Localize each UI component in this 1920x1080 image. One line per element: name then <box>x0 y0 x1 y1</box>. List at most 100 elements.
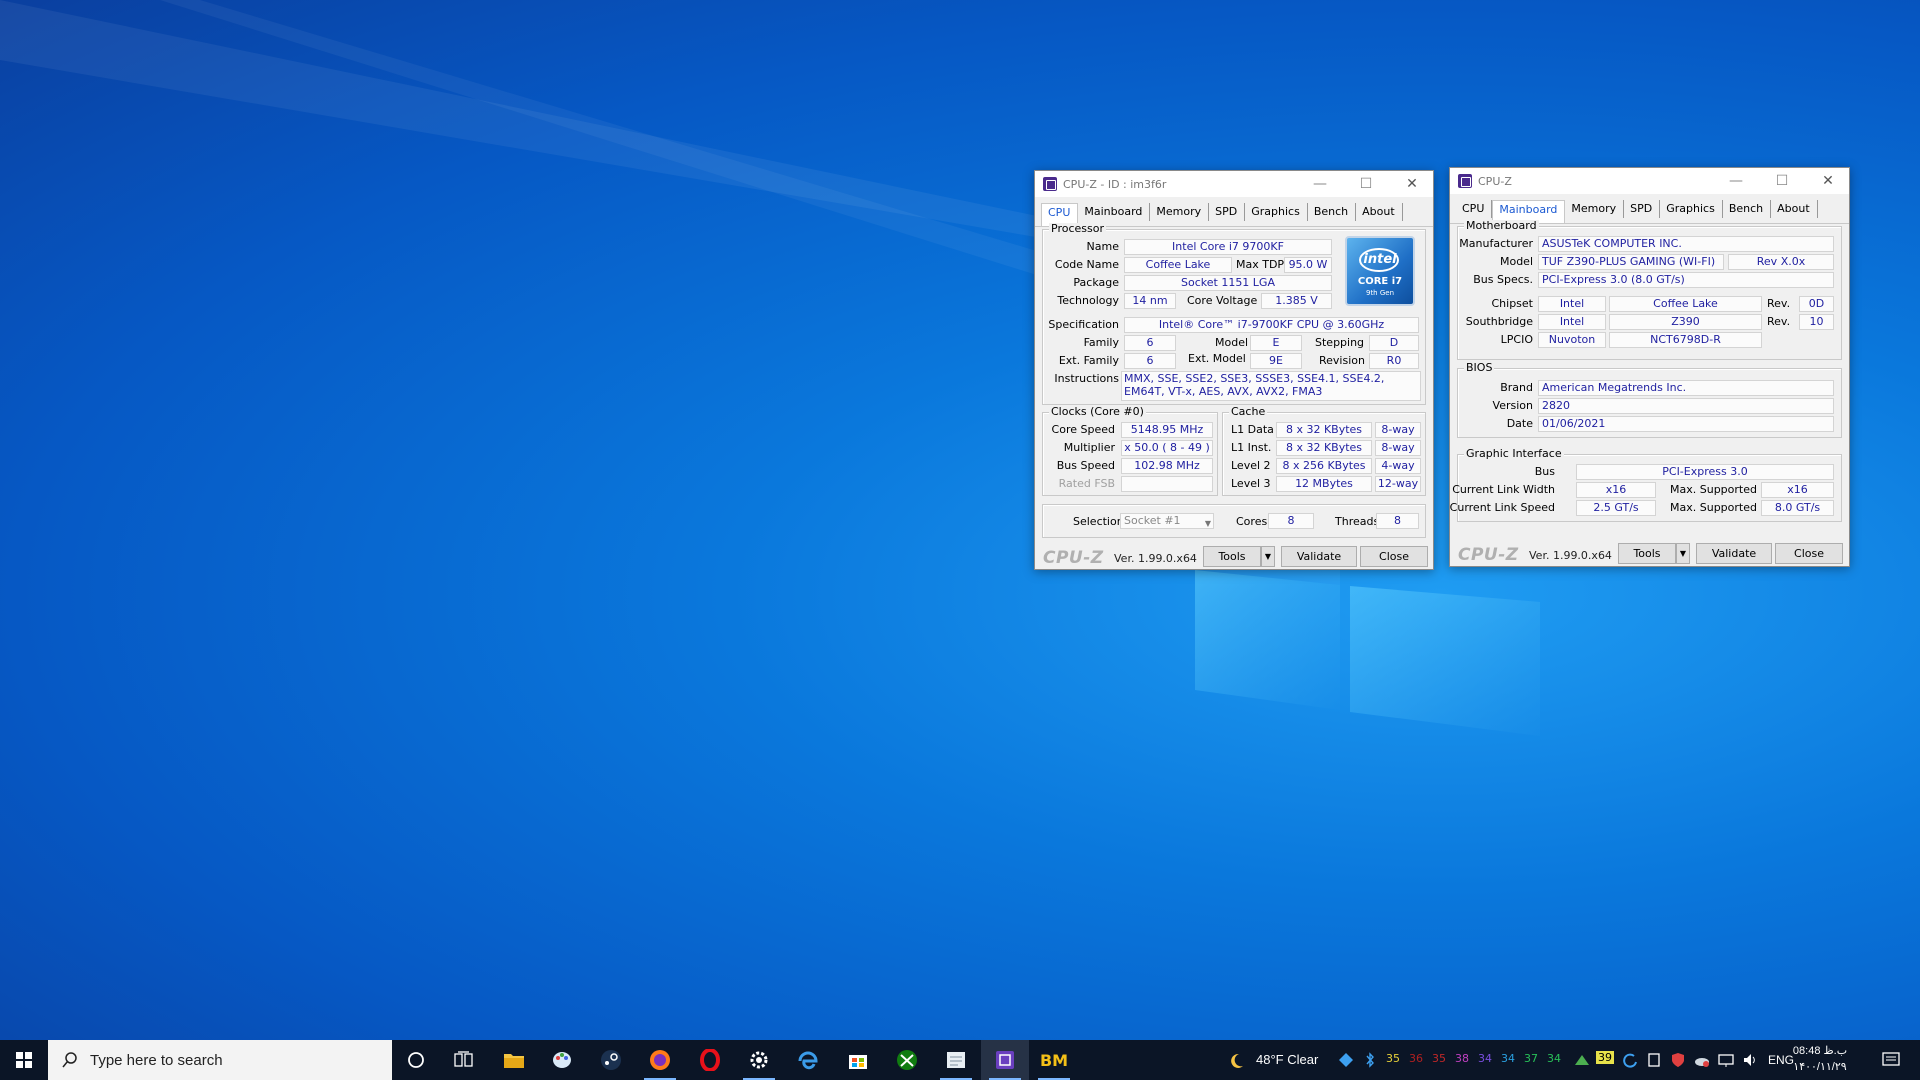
bios-version-value: 2820 <box>1538 398 1834 414</box>
cloud-sync-icon[interactable] <box>1694 1052 1710 1068</box>
store-icon[interactable] <box>834 1040 882 1080</box>
bm-icon[interactable]: BM <box>1030 1040 1078 1080</box>
clocks-group: Clocks (Core #0) Core Speed 5148.95 MHz … <box>1042 406 1218 496</box>
close-button[interactable]: Close <box>1360 546 1428 567</box>
tab-bench[interactable]: Bench <box>1723 200 1772 218</box>
minimize-button[interactable]: — <box>1297 171 1343 197</box>
clipboard-icon[interactable] <box>1646 1052 1662 1068</box>
package-label: Package <box>1073 276 1119 289</box>
cortana-icon[interactable] <box>392 1040 440 1080</box>
model-label: Model <box>1215 336 1249 349</box>
title-bar[interactable]: CPU-Z - ID : im3f6r — ☐ ✕ <box>1035 171 1433 197</box>
revision-value: R0 <box>1369 353 1419 369</box>
notepad-icon[interactable] <box>932 1040 980 1080</box>
tray-temp-1[interactable]: 35 <box>1386 1052 1400 1065</box>
close-button[interactable]: Close <box>1775 543 1843 564</box>
tab-spd[interactable]: SPD <box>1624 200 1661 218</box>
tab-graphics[interactable]: Graphics <box>1245 203 1308 221</box>
tab-spd[interactable]: SPD <box>1209 203 1246 221</box>
moon-weather-icon[interactable] <box>1228 1052 1244 1068</box>
taskbar-search-box[interactable]: Type here to search <box>48 1040 392 1080</box>
stepping-label: Stepping <box>1315 336 1365 349</box>
maximize-button[interactable]: ☐ <box>1343 171 1389 197</box>
start-button[interactable] <box>0 1040 48 1080</box>
tray-temp-6[interactable]: 34 <box>1501 1052 1515 1065</box>
file-explorer-icon[interactable] <box>490 1040 538 1080</box>
search-placeholder: Type here to search <box>90 1051 223 1069</box>
bluetooth-icon[interactable] <box>1362 1052 1378 1068</box>
maxtdp-value: 95.0 W <box>1284 257 1332 273</box>
minimize-button[interactable]: — <box>1713 168 1759 194</box>
tools-dropdown-button[interactable]: ▼ <box>1261 546 1275 567</box>
tools-button[interactable]: Tools <box>1203 546 1261 567</box>
l2-value: 8 x 256 KBytes <box>1276 458 1372 474</box>
tab-memory[interactable]: Memory <box>1565 200 1625 218</box>
tray-temp-7[interactable]: 37 <box>1524 1052 1538 1065</box>
tab-graphics[interactable]: Graphics <box>1660 200 1723 218</box>
tray-badge[interactable]: 39 <box>1596 1051 1614 1064</box>
lpcio-vendor: Nuvoton <box>1538 332 1606 348</box>
maximize-button[interactable]: ☐ <box>1759 168 1805 194</box>
cores-label: Cores <box>1236 515 1268 528</box>
volume-icon[interactable] <box>1742 1052 1758 1068</box>
security-icon[interactable] <box>1670 1052 1686 1068</box>
tray-temp-2[interactable]: 36 <box>1409 1052 1423 1065</box>
notification-center-icon[interactable] <box>1882 1051 1900 1069</box>
cpuz-icon[interactable] <box>981 1040 1029 1080</box>
network-icon[interactable] <box>1718 1052 1734 1068</box>
intel-logo-line1: CORE i7 <box>1357 276 1403 287</box>
sync-icon[interactable] <box>1622 1052 1638 1068</box>
firefox-icon[interactable] <box>636 1040 684 1080</box>
tray-temp-4[interactable]: 38 <box>1455 1052 1469 1065</box>
ratedfsb-label: Rated FSB <box>1058 477 1115 490</box>
tray-temp-3[interactable]: 35 <box>1432 1052 1446 1065</box>
xbox-icon[interactable] <box>883 1040 931 1080</box>
tools-dropdown-button[interactable]: ▼ <box>1676 543 1690 564</box>
extfamily-value: 6 <box>1124 353 1176 369</box>
weather-text[interactable]: 48°F Clear <box>1256 1040 1318 1080</box>
cache-group-title: Cache <box>1229 405 1268 418</box>
socket-select[interactable]: Socket #1 ▼ <box>1120 513 1214 529</box>
tray-temp-8[interactable]: 34 <box>1547 1052 1561 1065</box>
edge-icon[interactable] <box>784 1040 832 1080</box>
tab-bench[interactable]: Bench <box>1308 203 1357 221</box>
tab-cpu[interactable]: CPU <box>1456 200 1493 218</box>
selection-row: Selection Socket #1 ▼ Cores 8 Threads 8 <box>1042 504 1426 538</box>
l1data-value: 8 x 32 KBytes <box>1276 422 1372 438</box>
title-bar[interactable]: CPU-Z — ☐ ✕ <box>1450 168 1849 194</box>
gi-clw-label: Current Link Width <box>1452 483 1555 496</box>
gpu-monitor-icon[interactable] <box>1574 1052 1590 1068</box>
threads-value: 8 <box>1376 513 1419 529</box>
tray-temp-5[interactable]: 34 <box>1478 1052 1492 1065</box>
validate-button[interactable]: Validate <box>1696 543 1772 564</box>
opera-icon[interactable] <box>686 1040 734 1080</box>
intel-core-i7-logo: intel CORE i7 9th Gen <box>1345 236 1415 306</box>
model-value: E <box>1250 335 1302 351</box>
socket-select-value: Socket #1 <box>1124 514 1181 527</box>
tab-about[interactable]: About <box>1771 200 1818 218</box>
task-view-icon[interactable] <box>440 1040 488 1080</box>
network-drive-icon[interactable] <box>1338 1052 1354 1068</box>
close-window-button[interactable]: ✕ <box>1805 168 1851 194</box>
multiplier-label: Multiplier <box>1063 441 1115 454</box>
tools-button[interactable]: Tools <box>1618 543 1676 564</box>
steam-icon[interactable] <box>587 1040 635 1080</box>
version-label: Ver. 1.99.0.x64 <box>1114 552 1197 565</box>
gi-cls-label: Current Link Speed <box>1449 501 1555 514</box>
tab-mainboard[interactable]: Mainboard <box>1078 203 1151 221</box>
close-window-button[interactable]: ✕ <box>1389 171 1435 197</box>
l1inst-way: 8-way <box>1375 440 1421 456</box>
tab-memory[interactable]: Memory <box>1150 203 1210 221</box>
settings-icon[interactable] <box>735 1040 783 1080</box>
version-label: Ver. 1.99.0.x64 <box>1529 549 1612 562</box>
footer: CPU-Z Ver. 1.99.0.x64 Tools ▼ Validate C… <box>1450 542 1849 566</box>
clock[interactable]: 08:48 ب.ظ ۱۴۰۰/۱۱/۲۹ <box>1790 1043 1850 1075</box>
window-title: CPU-Z <box>1478 174 1512 188</box>
paint-icon[interactable] <box>538 1040 586 1080</box>
validate-button[interactable]: Validate <box>1281 546 1357 567</box>
revision-label: Revision <box>1319 354 1365 367</box>
manufacturer-value: ASUSTeK COMPUTER INC. <box>1538 236 1834 252</box>
chipset-rev-value: 0D <box>1799 296 1834 312</box>
tab-about[interactable]: About <box>1356 203 1403 221</box>
bios-date-value: 01/06/2021 <box>1538 416 1834 432</box>
